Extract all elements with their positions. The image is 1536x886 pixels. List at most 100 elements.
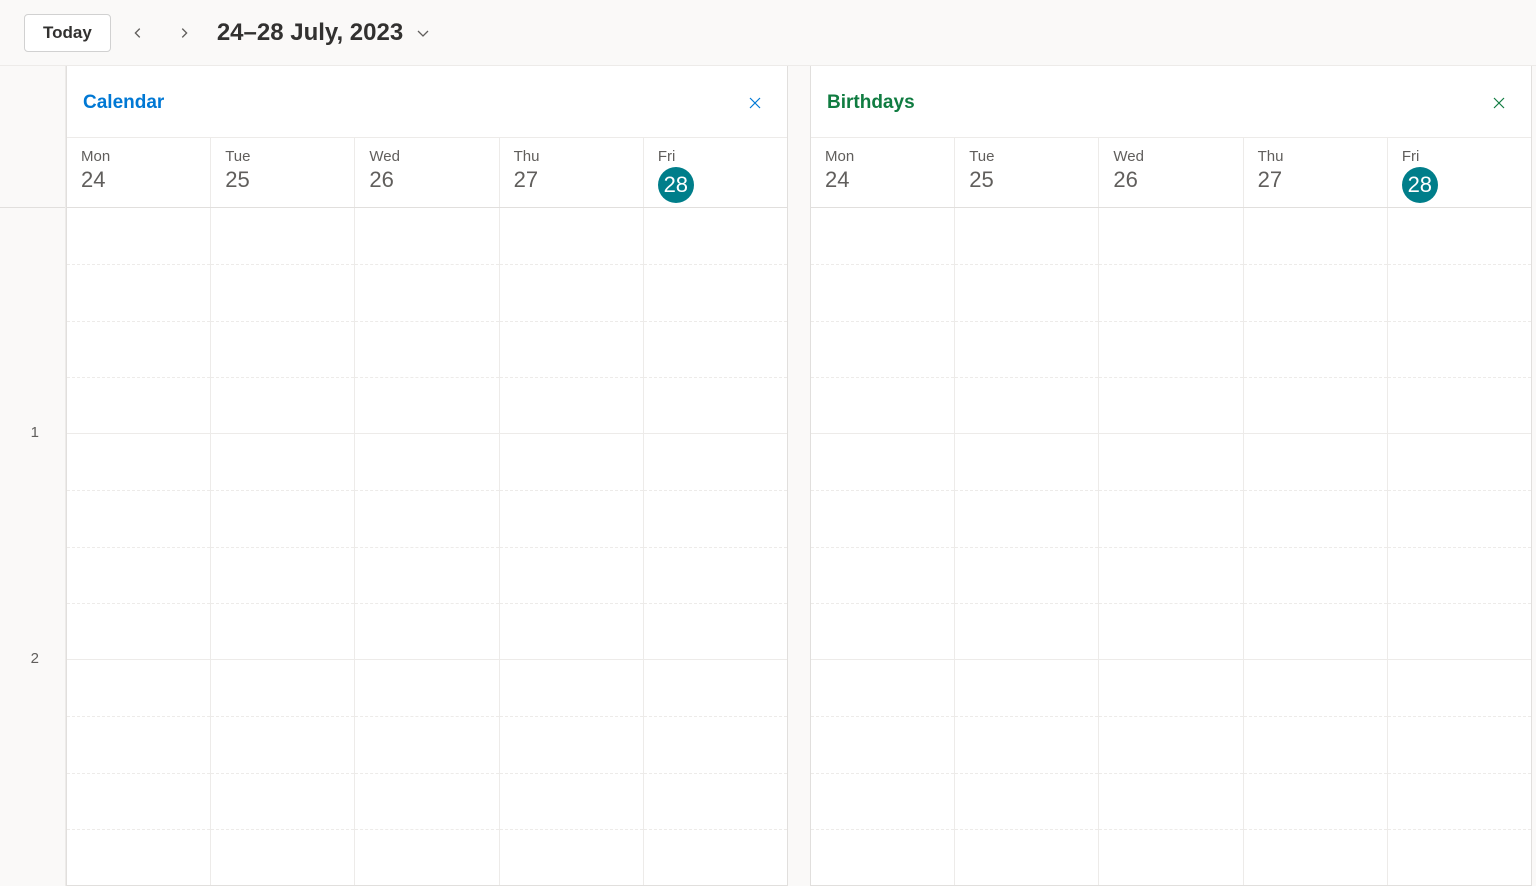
day-name: Mon <box>825 148 954 165</box>
day-number: 25 <box>225 167 249 193</box>
day-column[interactable] <box>500 208 644 885</box>
subdivision-line <box>955 264 1098 265</box>
close-icon <box>1491 95 1507 111</box>
hour-cell[interactable] <box>955 208 1098 434</box>
time-slot: 2 <box>0 660 65 886</box>
day-column[interactable] <box>1099 208 1243 885</box>
day-column[interactable] <box>1244 208 1388 885</box>
hour-cell[interactable] <box>67 434 210 660</box>
date-range-picker[interactable]: 24–28 July, 2023 <box>217 19 431 47</box>
prev-button[interactable] <box>119 14 157 52</box>
today-button[interactable]: Today <box>24 14 111 52</box>
day-column[interactable] <box>67 208 211 885</box>
hour-cell[interactable] <box>1244 434 1387 660</box>
close-panel-button[interactable] <box>741 89 769 117</box>
day-header[interactable]: Tue25 <box>211 138 355 207</box>
subdivision-line <box>955 829 1098 830</box>
subdivision-line <box>955 321 1098 322</box>
panel-title-row: Birthdays <box>811 66 1531 138</box>
subdivision-line <box>1099 321 1242 322</box>
day-column[interactable] <box>644 208 787 885</box>
day-name: Fri <box>1402 148 1531 165</box>
hour-cell[interactable] <box>955 434 1098 660</box>
hour-cell[interactable] <box>1244 208 1387 434</box>
subdivision-line <box>1099 547 1242 548</box>
panel-title[interactable]: Calendar <box>83 92 164 114</box>
hour-cell[interactable] <box>811 434 954 660</box>
subdivision-line <box>644 264 787 265</box>
panel-title[interactable]: Birthdays <box>827 92 915 114</box>
hour-cell[interactable] <box>67 660 210 885</box>
day-header[interactable]: Mon24 <box>67 138 211 207</box>
hour-cell[interactable] <box>1099 208 1242 434</box>
subdivision-line <box>355 716 498 717</box>
day-column[interactable] <box>1388 208 1531 885</box>
close-panel-button[interactable] <box>1485 89 1513 117</box>
day-number: 25 <box>969 167 993 193</box>
subdivision-line <box>211 773 354 774</box>
day-number: 26 <box>1113 167 1137 193</box>
hour-cell[interactable] <box>644 434 787 660</box>
hour-cell[interactable] <box>355 660 498 885</box>
day-header[interactable]: Mon24 <box>811 138 955 207</box>
hour-cell[interactable] <box>500 208 643 434</box>
hour-cell[interactable] <box>1099 660 1242 885</box>
day-header[interactable]: Wed26 <box>355 138 499 207</box>
subdivision-line <box>1244 321 1387 322</box>
subdivision-line <box>67 264 210 265</box>
hour-cell[interactable] <box>811 208 954 434</box>
subdivision-line <box>811 547 954 548</box>
subdivision-line <box>500 716 643 717</box>
subdivision-line <box>1388 377 1531 378</box>
day-header[interactable]: Fri28 <box>1388 138 1531 207</box>
day-column[interactable] <box>811 208 955 885</box>
subdivision-line <box>211 547 354 548</box>
subdivision-line <box>955 490 1098 491</box>
hour-cell[interactable] <box>644 660 787 885</box>
hour-cell[interactable] <box>1244 660 1387 885</box>
hour-cell[interactable] <box>500 660 643 885</box>
day-column[interactable] <box>955 208 1099 885</box>
subdivision-line <box>355 321 498 322</box>
day-header[interactable]: Thu27 <box>1244 138 1388 207</box>
subdivision-line <box>644 603 787 604</box>
subdivision-line <box>1244 716 1387 717</box>
hour-cell[interactable] <box>811 660 954 885</box>
subdivision-line <box>67 321 210 322</box>
day-header[interactable]: Fri28 <box>644 138 787 207</box>
hour-cell[interactable] <box>1388 208 1531 434</box>
hour-cell[interactable] <box>955 660 1098 885</box>
hour-cell[interactable] <box>67 208 210 434</box>
subdivision-line <box>67 603 210 604</box>
hour-cell[interactable] <box>355 208 498 434</box>
hour-cell[interactable] <box>1388 660 1531 885</box>
day-name: Wed <box>1113 148 1242 165</box>
hour-cell[interactable] <box>211 660 354 885</box>
next-button[interactable] <box>165 14 203 52</box>
day-column[interactable] <box>355 208 499 885</box>
subdivision-line <box>500 264 643 265</box>
subdivision-line <box>1388 264 1531 265</box>
hour-cell[interactable] <box>1388 434 1531 660</box>
day-header[interactable]: Wed 26 <box>1099 138 1243 207</box>
day-header[interactable]: Thu27 <box>500 138 644 207</box>
subdivision-line <box>500 547 643 548</box>
subdivision-line <box>67 490 210 491</box>
hour-cell[interactable] <box>500 434 643 660</box>
hour-cell[interactable] <box>644 208 787 434</box>
subdivision-line <box>500 377 643 378</box>
subdivision-line <box>1099 829 1242 830</box>
hour-cell[interactable] <box>355 434 498 660</box>
day-header[interactable]: Tue25 <box>955 138 1099 207</box>
subdivision-line <box>355 264 498 265</box>
subdivision-line <box>1244 829 1387 830</box>
subdivision-line <box>1099 716 1242 717</box>
day-column[interactable] <box>211 208 355 885</box>
subdivision-line <box>211 377 354 378</box>
subdivision-line <box>644 377 787 378</box>
hour-cell[interactable] <box>1099 434 1242 660</box>
subdivision-line <box>811 377 954 378</box>
hour-cell[interactable] <box>211 434 354 660</box>
day-headers: Mon24Tue25Wed26Thu27Fri28 <box>67 138 787 208</box>
hour-cell[interactable] <box>211 208 354 434</box>
